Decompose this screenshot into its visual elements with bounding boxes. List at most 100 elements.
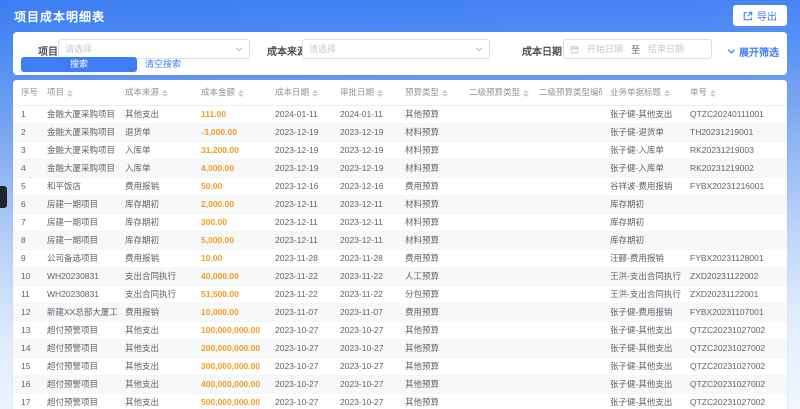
cell-approval_date: 2023-11-28 [332,249,397,268]
cell-index: 15 [13,357,39,376]
clear-search-button[interactable]: 清空搜索 [145,57,181,72]
sort-icon[interactable] [523,89,530,97]
column-label: 单号 [690,87,708,98]
project-filter-label: 项目 [38,47,58,58]
column-header-cost_source[interactable]: 成本来源 [117,80,193,106]
cell-cost_date: 2023-12-16 [267,177,332,196]
cell-cost_amount: 300.00 [193,213,267,232]
cell-cost_source: 库存期初 [117,231,193,250]
cell-cost_date: 2023-10-27 [267,393,332,409]
cell-approval_date: 2023-10-27 [332,339,397,358]
column-label: 二级预算类型 [469,87,521,98]
cost-table: 序号 项目 成本来源 成本金额 成本日期 审批日期 预算类型 二级预算类型 二级预算类型编码 业务… [13,80,787,409]
cell-sub_budget_type [461,231,531,250]
cell-index: 6 [13,195,39,214]
cell-doc_title: 张子健-其他支出 [602,375,682,394]
cell-approval_date: 2023-11-22 [332,267,397,286]
cell-index: 13 [13,321,39,340]
column-header-doc_title[interactable]: 业务单据标题 [602,80,682,106]
cell-sub_budget_type [461,123,531,142]
cell-budget_type: 材料预算 [397,195,461,214]
cost-date-range-picker[interactable]: 至 [563,39,712,59]
cell-doc_no [682,231,787,250]
search-button[interactable]: 搜索 [21,57,137,72]
cell-approval_date: 2023-12-11 [332,231,397,250]
cell-sub_budget_type [461,267,531,286]
cell-budget_type: 费用预算 [397,303,461,322]
cell-approval_date: 2023-12-16 [332,177,397,196]
cell-cost_date: 2023-11-22 [267,267,332,286]
cost-source-select-input[interactable] [309,44,475,54]
cell-approval_date: 2023-12-19 [332,123,397,142]
cell-budget_type: 费用预算 [397,177,461,196]
sort-icon[interactable] [67,89,74,97]
end-date-input[interactable] [644,44,689,54]
cell-index: 5 [13,177,39,196]
cell-budget_type: 其他预算 [397,357,461,376]
cell-sub_budget_code [531,285,602,304]
project-select-input[interactable] [65,44,235,54]
cell-index: 9 [13,249,39,268]
column-header-approval_date[interactable]: 审批日期 [332,80,397,106]
cell-sub_budget_code [531,393,602,409]
column-header-sub_budget_type[interactable]: 二级预算类型 [461,80,531,106]
cell-budget_type: 费用预算 [397,249,461,268]
cell-project: 房建一期项目 [39,231,117,250]
expand-filters-link[interactable]: 展开筛选 [727,44,779,59]
cell-sub_budget_code [531,105,602,124]
cell-cost_amount: 5,000.00 [193,231,267,250]
table-row: 4 金融大厦采购项目 入库单 4,000.00 2023-12-19 2023-12-19… [13,159,787,178]
cell-budget_type: 材料预算 [397,123,461,142]
cell-doc_title: 张子健-其他支出 [602,393,682,409]
column-header-cost_date[interactable]: 成本日期 [267,80,332,106]
cell-sub_budget_code [531,249,602,268]
cell-project: 金融大厦采购项目 [39,123,117,142]
side-drawer-handle[interactable] [0,186,7,208]
column-header-cost_amount[interactable]: 成本金额 [193,80,267,106]
export-button[interactable]: 导出 [733,5,787,26]
sort-icon[interactable] [312,89,319,97]
cell-doc_title: 汪郦-费用报销 [602,249,682,268]
cell-cost_source: 费用报销 [117,303,193,322]
sort-icon[interactable] [238,89,245,97]
column-header-sub_budget_code[interactable]: 二级预算类型编码 [531,80,602,106]
cell-cost_source: 费用报销 [117,249,193,268]
start-date-input[interactable] [583,44,627,54]
cell-sub_budget_type [461,303,531,322]
chevron-down-icon [727,49,736,54]
project-select[interactable] [58,39,250,59]
cell-sub_budget_code [531,231,602,250]
sort-icon[interactable] [162,89,169,97]
cell-sub_budget_type [461,339,531,358]
table-row: 3 金融大厦采购项目 入库单 31,200.00 2023-12-19 2023-12-1… [13,141,787,160]
cell-sub_budget_code [531,159,602,178]
column-header-doc_no[interactable]: 单号 [682,80,787,106]
cell-sub_budget_type [461,105,531,124]
sort-icon[interactable] [442,89,449,97]
sort-icon[interactable] [664,89,671,97]
column-header-project[interactable]: 项目 [39,80,117,106]
cell-approval_date: 2023-10-27 [332,393,397,409]
cell-sub_budget_code [531,303,602,322]
cell-index: 2 [13,123,39,142]
cell-sub_budget_code [531,339,602,358]
cell-approval_date: 2023-12-19 [332,141,397,160]
column-header-budget_type[interactable]: 预算类型 [397,80,461,106]
cell-cost_amount: 40,000.00 [193,267,267,286]
cell-sub_budget_type [461,321,531,340]
cell-cost_source: 其他支出 [117,105,193,124]
cell-sub_budget_code [531,195,602,214]
cell-project: 超付预警项目 [39,375,117,394]
sort-icon[interactable] [377,89,384,97]
cell-index: 14 [13,339,39,358]
cell-project: 新建XX总部大厦工程二期 [39,303,117,322]
cell-budget_type: 材料预算 [397,141,461,160]
cell-index: 16 [13,375,39,394]
table-row: 7 房建一期项目 库存期初 300.00 2023-12-11 2023-12-11 材料预… [13,213,787,232]
cell-cost_amount: 2,000.00 [193,195,267,214]
sort-icon[interactable] [710,89,717,97]
cost-source-select[interactable] [302,39,490,59]
cell-doc_no: RK20231219003 [682,141,787,160]
cell-cost_source: 库存期初 [117,195,193,214]
cell-cost_source: 支出合同执行 [117,267,193,286]
